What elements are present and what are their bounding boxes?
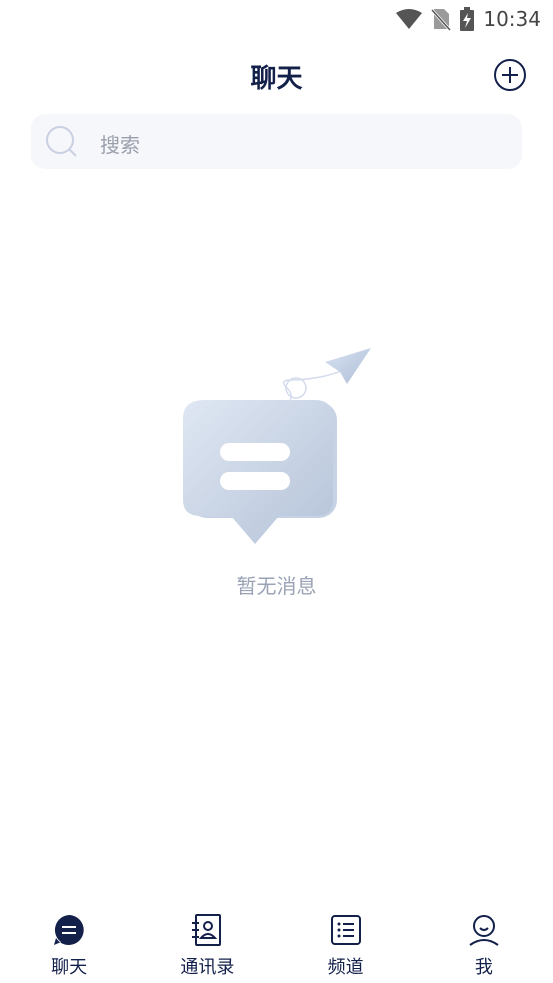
no-sim-icon	[431, 8, 452, 31]
tab-me[interactable]: 我	[415, 905, 553, 983]
tab-channels[interactable]: 频道	[277, 905, 415, 983]
chat-bubble-icon	[54, 915, 84, 945]
search-placeholder: 搜索	[100, 133, 140, 157]
plus-circle-icon	[494, 59, 526, 91]
empty-state-message: 暂无消息	[236, 574, 317, 598]
bottom-tab-bar: 聊天 通讯录 频道 我	[0, 905, 553, 983]
contacts-book-icon	[192, 914, 222, 946]
tab-label: 频道	[327, 957, 364, 978]
empty-message-illustration	[183, 348, 371, 544]
battery-charging-icon	[460, 7, 475, 31]
wifi-icon	[396, 9, 423, 29]
status-icons: 10:34	[395, 5, 541, 33]
channel-list-icon	[330, 915, 361, 945]
search-input[interactable]: 搜索	[31, 114, 522, 169]
tab-chat[interactable]: 聊天	[0, 905, 138, 983]
tab-label: 我	[474, 957, 493, 978]
profile-icon	[469, 915, 499, 946]
page-title: 聊天	[250, 64, 303, 94]
tab-label: 通讯录	[180, 957, 235, 978]
add-button[interactable]	[493, 58, 527, 92]
tab-contacts[interactable]: 通讯录	[138, 905, 276, 983]
tab-label: 聊天	[51, 957, 88, 978]
search-icon	[46, 126, 77, 157]
header: 聊天	[0, 50, 553, 102]
status-time: 10:34	[483, 7, 541, 31]
status-bar: 10:34	[0, 0, 553, 38]
